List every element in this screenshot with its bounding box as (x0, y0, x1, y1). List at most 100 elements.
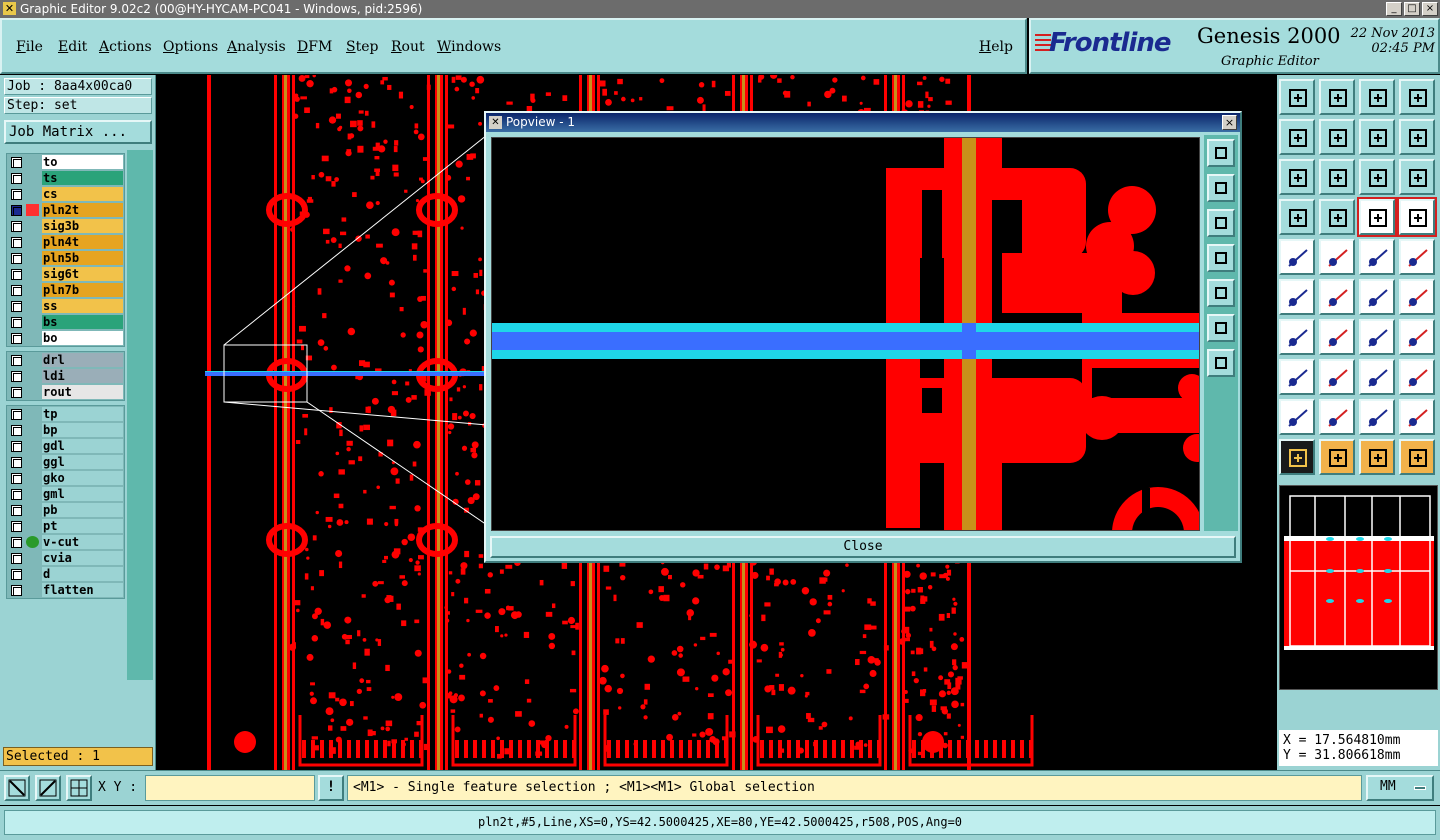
menu-windows[interactable]: Windows (437, 39, 501, 55)
tool-cut-line-button[interactable] (1319, 359, 1355, 395)
popview-close-button[interactable]: Close (490, 536, 1236, 558)
layer-visibility-checkbox[interactable] (11, 489, 22, 500)
layer-visibility-checkbox[interactable] (11, 371, 22, 382)
tool-select-poly-button[interactable] (1359, 439, 1395, 475)
layer-row[interactable]: tp (7, 406, 124, 422)
layer-visibility-checkbox[interactable] (11, 585, 22, 596)
menu-rout[interactable]: Rout (391, 39, 425, 55)
layer-visibility-checkbox[interactable] (11, 521, 22, 532)
layer-visibility-checkbox[interactable] (11, 173, 22, 184)
menu-step[interactable]: Step (346, 39, 378, 55)
menu-help[interactable]: Help (979, 39, 1013, 55)
layer-name[interactable]: rout (42, 385, 123, 399)
layer-row[interactable]: gdl (7, 438, 124, 454)
tool-add-pad-button[interactable] (1279, 239, 1315, 275)
layer-visibility-checkbox[interactable] (11, 473, 22, 484)
layer-row[interactable]: ss (7, 298, 124, 314)
tool-select-arrow-button[interactable] (1279, 439, 1315, 475)
layer-row[interactable]: pln2t (7, 202, 124, 218)
tool-home-view-button[interactable] (1359, 79, 1395, 115)
layer-name[interactable]: cvia (42, 551, 123, 565)
close-window-button[interactable]: × (1422, 2, 1438, 16)
tool-delete-button[interactable] (1319, 279, 1355, 315)
tool-pan-left-button[interactable] (1279, 119, 1315, 155)
layer-row[interactable]: bp (7, 422, 124, 438)
layer-visibility-checkbox[interactable] (11, 425, 22, 436)
tool-zoom-reset-button[interactable] (1319, 79, 1355, 115)
menu-file[interactable]: File (16, 39, 43, 55)
tool-grid-settings-button[interactable] (1319, 199, 1355, 235)
tool-angle-a-button[interactable] (1279, 399, 1315, 435)
layer-name[interactable]: gdl (42, 439, 123, 453)
layer-name[interactable]: pb (42, 503, 123, 517)
layer-visibility-checkbox[interactable] (11, 333, 22, 344)
xy-input[interactable] (145, 775, 315, 801)
layer-row[interactable]: sig3b (7, 218, 124, 234)
layer-row[interactable]: drl (7, 352, 124, 368)
measure-mode-button[interactable] (35, 775, 61, 801)
layer-name[interactable]: to (42, 155, 123, 169)
layer-visibility-checkbox[interactable] (11, 269, 22, 280)
layer-row[interactable]: gko (7, 470, 124, 486)
popview-fit-button[interactable] (1207, 314, 1235, 342)
menu-options[interactable]: Options (163, 39, 218, 55)
layer-name[interactable]: v-cut (42, 535, 123, 549)
tool-add-line-button[interactable] (1319, 239, 1355, 275)
tool-resize-button[interactable] (1399, 319, 1435, 355)
layer-row[interactable]: rout (7, 384, 124, 400)
layer-visibility-checkbox[interactable] (11, 355, 22, 366)
layer-name[interactable]: bp (42, 423, 123, 437)
layer-row[interactable]: gml (7, 486, 124, 502)
grid-mode-button[interactable] (66, 775, 92, 801)
tool-angle-b-button[interactable] (1319, 399, 1355, 435)
popview-canvas[interactable] (491, 137, 1200, 531)
popview-zoomed-artwork[interactable] (492, 138, 1200, 531)
layer-row[interactable]: cs (7, 186, 124, 202)
layer-name[interactable]: bs (42, 315, 123, 329)
exclamation-button[interactable]: ! (318, 775, 344, 801)
layer-name[interactable]: sig6t (42, 267, 123, 281)
tool-copy-button[interactable] (1399, 279, 1435, 315)
tool-fit-all-button[interactable] (1279, 159, 1315, 195)
layer-row[interactable]: pt (7, 518, 124, 534)
tool-graphic-settings-button[interactable] (1279, 199, 1315, 235)
layer-visibility-checkbox[interactable] (11, 301, 22, 312)
popview-pan-up-button[interactable] (1207, 174, 1235, 202)
layer-row[interactable]: to (7, 154, 124, 170)
layer-row[interactable]: ggl (7, 454, 124, 470)
layer-visibility-checkbox[interactable] (11, 441, 22, 452)
menu-analysis[interactable]: Analysis (227, 39, 286, 55)
minimize-button[interactable]: _ (1386, 2, 1402, 16)
popview-pan-right-button[interactable] (1207, 279, 1235, 307)
layer-row[interactable]: flatten (7, 582, 124, 598)
layer-name[interactable]: tp (42, 407, 123, 421)
layer-row[interactable]: d (7, 566, 124, 582)
layer-name[interactable]: pln4t (42, 235, 123, 249)
snap-mode-button[interactable] (4, 775, 30, 801)
tool-select-net-button[interactable] (1399, 439, 1435, 475)
layer-name[interactable]: gko (42, 471, 123, 485)
layer-visibility-checkbox[interactable] (11, 457, 22, 468)
popview-pan-left-button[interactable] (1207, 244, 1235, 272)
layer-row[interactable]: pb (7, 502, 124, 518)
tool-angle-d-button[interactable] (1399, 399, 1435, 435)
layer-name[interactable]: ldi (42, 369, 123, 383)
tool-measure-button[interactable] (1359, 239, 1395, 275)
layer-row[interactable]: pln5b (7, 250, 124, 266)
tool-angle-c-button[interactable] (1359, 399, 1395, 435)
popview-pan-down-button[interactable] (1207, 209, 1235, 237)
tool-flip-view-button[interactable] (1399, 119, 1435, 155)
layer-row[interactable]: bs (7, 314, 124, 330)
layer-visibility-checkbox[interactable] (11, 205, 22, 216)
tool-layer-compare-b-button[interactable] (1397, 197, 1437, 237)
layer-name[interactable]: cs (42, 187, 123, 201)
layer-visibility-checkbox[interactable] (11, 157, 22, 168)
tool-scale-1-2-button[interactable] (1359, 159, 1395, 195)
layer-visibility-checkbox[interactable] (11, 409, 22, 420)
units-select[interactable]: MM (1366, 775, 1434, 801)
tool-add-surface-button[interactable] (1399, 239, 1435, 275)
layer-name[interactable]: ggl (42, 455, 123, 469)
layer-row[interactable]: ldi (7, 368, 124, 384)
tool-zoom-home-button[interactable] (1279, 79, 1315, 115)
layer-name[interactable]: pln7b (42, 283, 123, 297)
